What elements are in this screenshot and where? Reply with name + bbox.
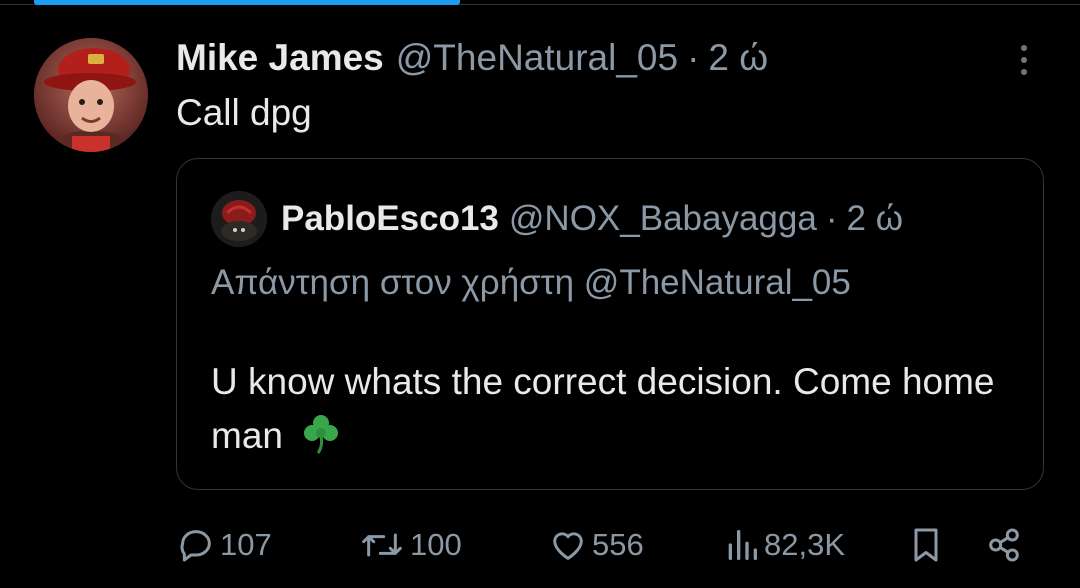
like-count: 556: [592, 527, 644, 562]
quote-author-handle[interactable]: @NOX_Babayagga: [509, 199, 817, 239]
reply-button[interactable]: 107: [176, 520, 272, 570]
separator-dot: ·: [687, 37, 700, 78]
tweet-timestamp[interactable]: 2 ώ: [708, 37, 768, 79]
quote-timestamp[interactable]: 2 ώ: [847, 199, 904, 239]
reply-count: 107: [220, 527, 272, 562]
like-button[interactable]: 556: [548, 520, 644, 570]
bookmark-button[interactable]: [908, 520, 944, 570]
views-bar-icon: [724, 525, 760, 565]
share-icon: [984, 525, 1024, 565]
quote-text-block: U know whats the correct decision. Come …: [211, 355, 1031, 469]
author-name[interactable]: Mike James: [176, 37, 384, 79]
author-avatar[interactable]: [34, 38, 148, 152]
quote-author-avatar[interactable]: [211, 191, 267, 247]
more-vertical-icon: [1021, 45, 1027, 51]
views-button[interactable]: 82,3K: [724, 520, 845, 570]
quote-separator-dot: ·: [825, 199, 838, 238]
active-tab-indicator: [34, 0, 460, 5]
shamrock-emoji-icon: [301, 412, 341, 469]
repost-button[interactable]: 100: [358, 520, 462, 570]
heart-icon: [548, 525, 588, 565]
author-handle[interactable]: @TheNatural_05: [396, 37, 678, 79]
repost-icon: [358, 525, 406, 565]
share-button[interactable]: [984, 520, 1024, 570]
tweet-header: Mike James @TheNatural_05 · 2 ώ: [176, 36, 768, 80]
more-options-button[interactable]: [1004, 40, 1044, 80]
quote-header: PabloEsco13 @NOX_Babayagga · 2 ώ: [281, 199, 903, 239]
views-count: 82,3K: [764, 527, 846, 562]
quote-reply-context[interactable]: Απάντηση στον χρήστη @TheNatural_05: [211, 263, 851, 303]
tweet-action-bar: 107 100 556 82,3K: [0, 520, 1080, 570]
quoted-tweet[interactable]: PabloEsco13 @NOX_Babayagga · 2 ώ Απάντησ…: [176, 158, 1044, 490]
quote-author-name[interactable]: PabloEsco13: [281, 199, 499, 239]
bookmark-icon: [908, 525, 944, 565]
reply-bubble-icon: [176, 525, 216, 565]
repost-count: 100: [410, 527, 462, 562]
tweet-text: Call dpg: [176, 92, 312, 133]
